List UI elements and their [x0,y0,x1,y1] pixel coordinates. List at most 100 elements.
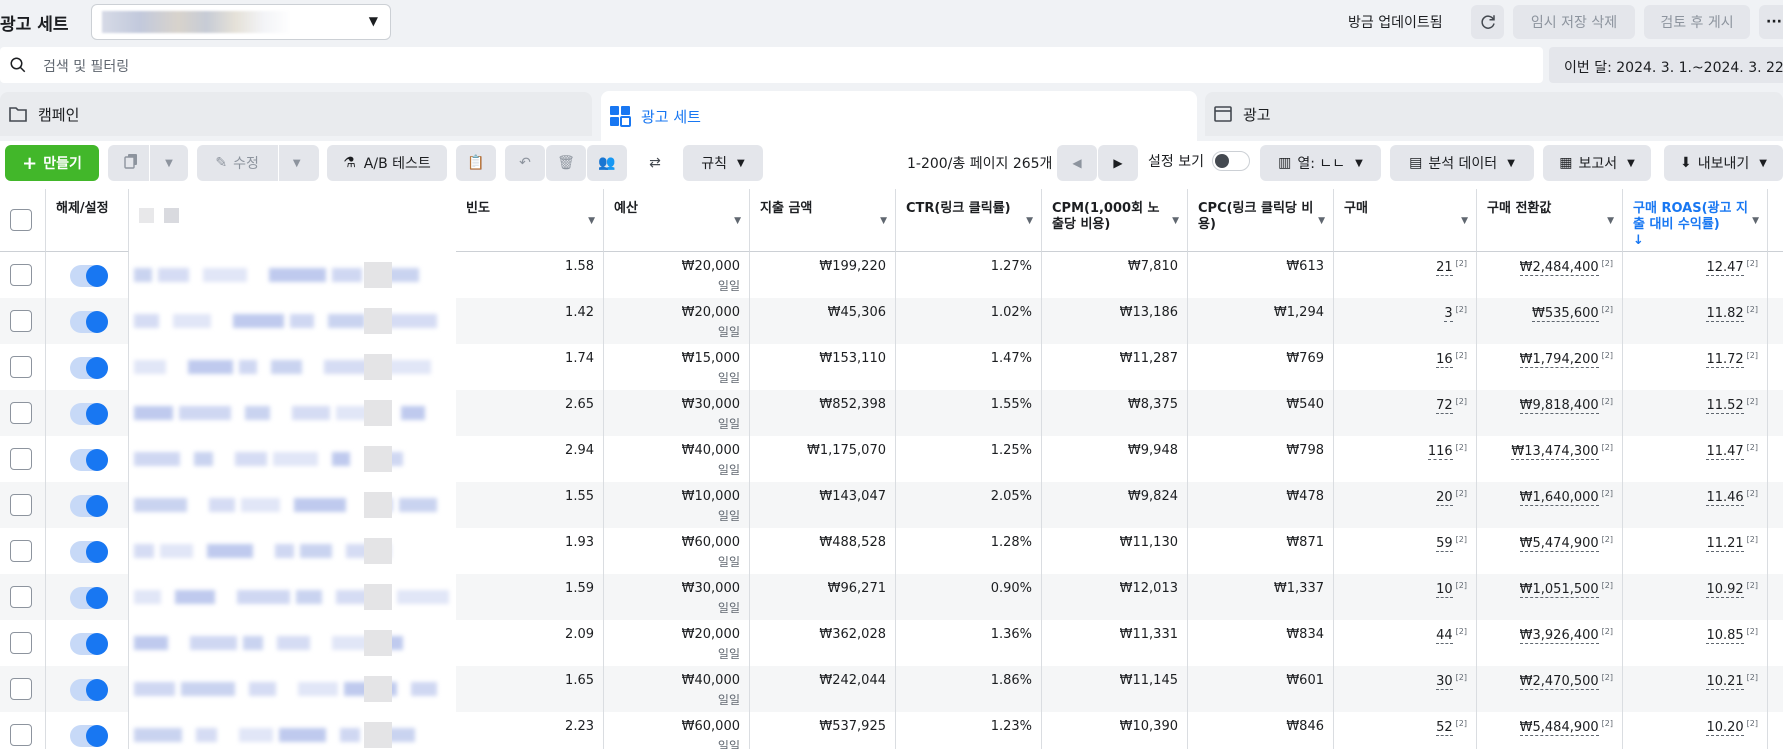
row-checkbox[interactable] [10,402,32,424]
prev-page-button[interactable]: ◀ [1057,145,1097,181]
row-checkbox[interactable] [10,540,32,562]
search-bar[interactable]: 검색 및 필터링 [0,47,1543,83]
adset-on-off-toggle[interactable] [70,541,108,563]
audience-button[interactable]: 👥 [587,145,627,181]
cell-value[interactable]: ₩9,818,400 [1519,398,1599,415]
export-button[interactable]: ⬇ 내보내기 ▼ [1664,145,1783,181]
cell-value[interactable]: ₩2,484,400 [1519,260,1599,277]
adset-on-off-toggle[interactable] [70,357,108,379]
adset-on-off-toggle[interactable] [70,311,108,333]
column-header-conversion-value[interactable]: 구매 전환값 ▼ [1477,189,1623,252]
column-header-roas[interactable]: 구매 ROAS(광고 지출 대비 수익률) ↓ ▼ [1623,189,1768,252]
column-header-spend[interactable]: 지출 금액 ▼ [750,189,896,252]
cell-value[interactable]: ₩1,051,500 [1519,582,1599,599]
select-all-checkbox[interactable] [10,209,32,231]
cell-value[interactable]: ₩3,926,400 [1519,628,1599,645]
cell-value[interactable]: ₩5,474,900 [1519,536,1599,553]
footnote-marker[interactable]: [2] [1747,535,1758,544]
cell-value[interactable]: ₩13,474,300 [1511,444,1599,461]
more-options-button[interactable]: ··· [1759,5,1783,39]
adset-on-off-toggle[interactable] [70,265,108,287]
column-header-purchases[interactable]: 구매 ▼ [1334,189,1477,252]
cell-value[interactable]: 11.72 [1706,352,1744,369]
footnote-marker[interactable]: [2] [1456,719,1467,728]
cell-value[interactable]: 11.47 [1706,444,1744,461]
column-header-cpc[interactable]: CPC(링크 클릭당 비용) ▼ [1188,189,1334,252]
rules-button[interactable]: 규칙 ▼ [683,145,763,181]
account-selector[interactable]: ▼ [91,4,391,40]
footnote-marker[interactable]: [2] [1602,581,1613,590]
discard-drafts-button[interactable]: 임시 저장 삭제 [1513,5,1635,39]
columns-button[interactable]: ▥ 열: ㄴㄴ ▼ [1260,145,1381,181]
sort-dropdown-icon[interactable]: ▼ [1318,213,1325,229]
create-button[interactable]: + 만들기 [5,145,99,181]
column-header-cpm[interactable]: CPM(1,000회 노출당 비용) ▼ [1042,189,1188,252]
search-input[interactable]: 검색 및 필터링 [43,56,129,76]
row-checkbox[interactable] [10,632,32,654]
footnote-marker[interactable]: [2] [1456,489,1467,498]
footnote-marker[interactable]: [2] [1456,443,1467,452]
footnote-marker[interactable]: [2] [1602,351,1613,360]
footnote-marker[interactable]: [2] [1602,305,1613,314]
footnote-marker[interactable]: [2] [1602,535,1613,544]
footnote-marker[interactable]: [2] [1602,719,1613,728]
preview-button[interactable]: ⇄ [635,145,675,181]
cell-value[interactable]: 16 [1436,352,1453,369]
footnote-marker[interactable]: [2] [1747,627,1758,636]
settings-view-toggle[interactable] [1211,151,1250,171]
cell-value[interactable]: 44 [1436,628,1453,645]
footnote-marker[interactable]: [2] [1747,397,1758,406]
row-checkbox[interactable] [10,310,32,332]
duplicate-button[interactable]: ▼ [108,145,188,181]
adset-on-off-toggle[interactable] [70,403,108,425]
cell-value[interactable]: ₩5,484,900 [1519,720,1599,737]
footnote-marker[interactable]: [2] [1456,627,1467,636]
column-header-next[interactable] [1768,189,1783,252]
footnote-marker[interactable]: [2] [1456,351,1467,360]
row-checkbox[interactable] [10,356,32,378]
adset-on-off-toggle[interactable] [70,679,108,701]
footnote-marker[interactable]: [2] [1456,397,1467,406]
breakdown-button[interactable]: ▤ 분석 데이터 ▼ [1390,145,1534,181]
tab-ads[interactable]: 광고 [1205,92,1783,136]
cell-value[interactable]: 30 [1436,674,1453,691]
footnote-marker[interactable]: [2] [1747,489,1758,498]
cell-value[interactable]: 10.85 [1706,628,1744,645]
footnote-marker[interactable]: [2] [1747,443,1758,452]
footnote-marker[interactable]: [2] [1456,535,1467,544]
footnote-marker[interactable]: [2] [1747,259,1758,268]
footnote-marker[interactable]: [2] [1747,351,1758,360]
next-page-button[interactable]: ▶ [1098,145,1138,181]
cell-value[interactable]: 10.92 [1706,582,1744,599]
sort-dropdown-icon[interactable]: ▼ [1461,213,1468,229]
adset-on-off-toggle[interactable] [70,587,108,609]
cell-value[interactable]: ₩1,640,000 [1519,490,1599,507]
sort-dropdown-icon[interactable]: ▼ [588,213,595,229]
sort-dropdown-icon[interactable]: ▼ [880,213,887,229]
footnote-marker[interactable]: [2] [1456,581,1467,590]
cell-value[interactable]: 59 [1436,536,1453,553]
footnote-marker[interactable]: [2] [1602,443,1613,452]
cell-value[interactable]: ₩1,794,200 [1519,352,1599,369]
cell-value[interactable]: 72 [1436,398,1453,415]
cell-value[interactable]: 11.82 [1706,306,1744,323]
cell-value[interactable]: 12.47 [1706,260,1744,277]
cell-value[interactable]: 116 [1427,444,1453,461]
date-range-picker[interactable]: 이번 달: 2024. 3. 1.~2024. 3. 22. ▼ [1549,47,1783,83]
review-publish-button[interactable]: 검토 후 게시 [1644,5,1750,39]
cell-value[interactable]: 20 [1436,490,1453,507]
row-checkbox[interactable] [10,586,32,608]
adset-on-off-toggle[interactable] [70,725,108,747]
cell-value[interactable]: 10.20 [1706,720,1744,737]
cell-value[interactable]: 21 [1436,260,1453,277]
footnote-marker[interactable]: [2] [1747,305,1758,314]
ab-test-button[interactable]: ⚗ A/B 테스트 [327,145,447,181]
footnote-marker[interactable]: [2] [1747,719,1758,728]
footnote-marker[interactable]: [2] [1456,259,1467,268]
cell-value[interactable]: ₩535,600 [1532,306,1599,323]
adset-on-off-toggle[interactable] [70,449,108,471]
column-header-frequency[interactable]: 빈도 ▼ [456,189,604,252]
tab-campaigns[interactable]: 캠페인 [0,92,592,136]
delete-button[interactable]: 🗑 [546,145,586,181]
column-header-ctr[interactable]: CTR(링크 클릭률) ▼ [896,189,1042,252]
